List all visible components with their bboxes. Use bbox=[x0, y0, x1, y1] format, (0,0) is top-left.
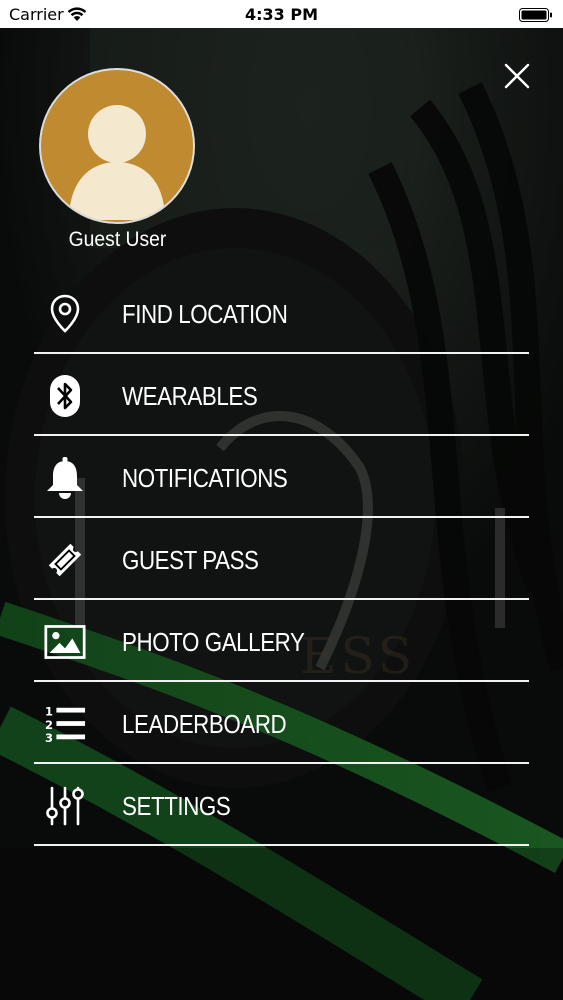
menu-label-find-location: FIND LOCATION bbox=[122, 299, 288, 329]
status-bar: Carrier 4:33 PM bbox=[0, 0, 563, 28]
menu-item-wearables[interactable]: WEARABLES bbox=[34, 356, 529, 436]
svg-text:2: 2 bbox=[45, 718, 53, 732]
menu-item-guest-pass[interactable]: GUEST PASS bbox=[34, 520, 529, 600]
bell-icon bbox=[44, 457, 86, 499]
menu-item-photo-gallery[interactable]: PHOTO GALLERY bbox=[34, 602, 529, 682]
sliders-icon bbox=[44, 785, 86, 827]
menu-item-notifications[interactable]: NOTIFICATIONS bbox=[34, 438, 529, 518]
svg-text:3: 3 bbox=[45, 731, 53, 745]
close-button[interactable] bbox=[498, 57, 536, 95]
image-icon bbox=[44, 621, 86, 663]
menu-label-leaderboard: LEADERBOARD bbox=[122, 709, 287, 739]
menu-label-notifications: NOTIFICATIONS bbox=[122, 463, 288, 493]
menu-label-settings: SETTINGS bbox=[122, 791, 231, 821]
menu-item-leaderboard[interactable]: 1 2 3 LEADERBOARD bbox=[34, 684, 529, 764]
side-menu: FIND LOCATION WEARABLES NOTIFICATIONS GU… bbox=[34, 274, 529, 848]
menu-item-find-location[interactable]: FIND LOCATION bbox=[34, 274, 529, 354]
person-icon bbox=[69, 105, 165, 220]
menu-label-photo-gallery: PHOTO GALLERY bbox=[122, 627, 305, 657]
menu-item-settings[interactable]: SETTINGS bbox=[34, 766, 529, 846]
close-icon bbox=[504, 63, 530, 89]
clock: 4:33 PM bbox=[244, 5, 318, 24]
numbered-list-icon: 1 2 3 bbox=[44, 703, 86, 745]
menu-label-wearables: WEARABLES bbox=[122, 381, 258, 411]
avatar[interactable] bbox=[41, 70, 193, 222]
ticket-icon bbox=[44, 539, 86, 581]
bluetooth-icon bbox=[44, 375, 86, 417]
battery-icon bbox=[519, 7, 553, 22]
menu-label-guest-pass: GUEST PASS bbox=[122, 545, 259, 575]
location-pin-icon bbox=[44, 293, 86, 335]
svg-text:1: 1 bbox=[45, 704, 53, 718]
user-name: Guest User bbox=[68, 228, 167, 251]
